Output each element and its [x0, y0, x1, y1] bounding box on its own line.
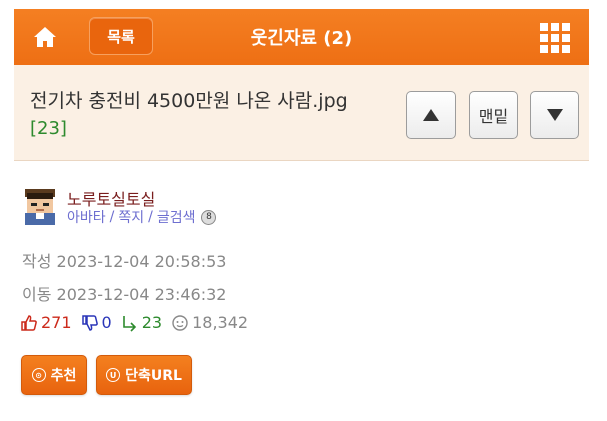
reply-arrow-icon: [122, 315, 136, 332]
link-separator: /: [148, 209, 153, 225]
post-title: 전기차 충전비 4500만원 나온 사람.jpg: [30, 90, 348, 112]
author-message-link[interactable]: 쪽지: [118, 207, 144, 227]
arrow-up-icon: [423, 109, 439, 121]
short-url-button[interactable]: U 단축URL: [96, 355, 192, 395]
view-count: 18,342: [171, 313, 248, 332]
home-button[interactable]: [30, 22, 60, 52]
reply-count: 23: [121, 313, 162, 332]
recommend-button[interactable]: ⊙ 추천: [21, 355, 87, 395]
thumbs-down-icon: [81, 314, 98, 331]
reply-count-value: 23: [141, 313, 163, 332]
scroll-bottom-button[interactable]: 맨밑: [469, 91, 518, 139]
link-separator: /: [109, 209, 115, 225]
comment-count[interactable]: [23]: [30, 118, 67, 139]
post-title-panel: 전기차 충전비 4500만원 나온 사람.jpg [23] 맨밑: [14, 65, 589, 161]
home-icon: [34, 27, 56, 47]
written-date: 작성 2023-12-04 20:58:53: [22, 252, 227, 271]
short-url-label: 단축URL: [125, 368, 182, 384]
scroll-up-button[interactable]: [406, 91, 456, 139]
thumbs-up-icon: [21, 314, 37, 331]
recommend-label: 추천: [50, 368, 77, 384]
avatar-icon: [22, 187, 58, 225]
scroll-down-button[interactable]: [530, 91, 579, 139]
recommend-icon: ⊙: [31, 368, 46, 382]
author-links: 아바타 / 쪽지 / 글검색 8: [67, 207, 217, 227]
dislike-count-value: 0: [101, 313, 112, 332]
top-header-bar: 목록 웃긴자료 (2): [14, 9, 589, 65]
eye-icon: [172, 314, 188, 331]
like-count-value: 271: [41, 313, 72, 332]
view-count-value: 18,342: [192, 313, 249, 332]
avatar[interactable]: [22, 187, 58, 225]
arrow-down-icon: [546, 109, 563, 121]
grid-menu-icon: [540, 23, 570, 53]
link-icon: U: [106, 368, 121, 382]
moved-date: 이동 2023-12-04 23:46:32: [22, 285, 227, 304]
author-search-link[interactable]: 글검색: [157, 207, 196, 227]
list-button[interactable]: 목록: [89, 17, 153, 55]
post-stats: 271 0 23 18,342: [20, 313, 257, 332]
dislike-count: 0: [81, 313, 112, 332]
author-avatar-link[interactable]: 아바타: [67, 207, 106, 227]
grid-menu-button[interactable]: [539, 22, 571, 54]
like-count: 271: [20, 313, 72, 332]
level-badge: 8: [201, 209, 217, 225]
